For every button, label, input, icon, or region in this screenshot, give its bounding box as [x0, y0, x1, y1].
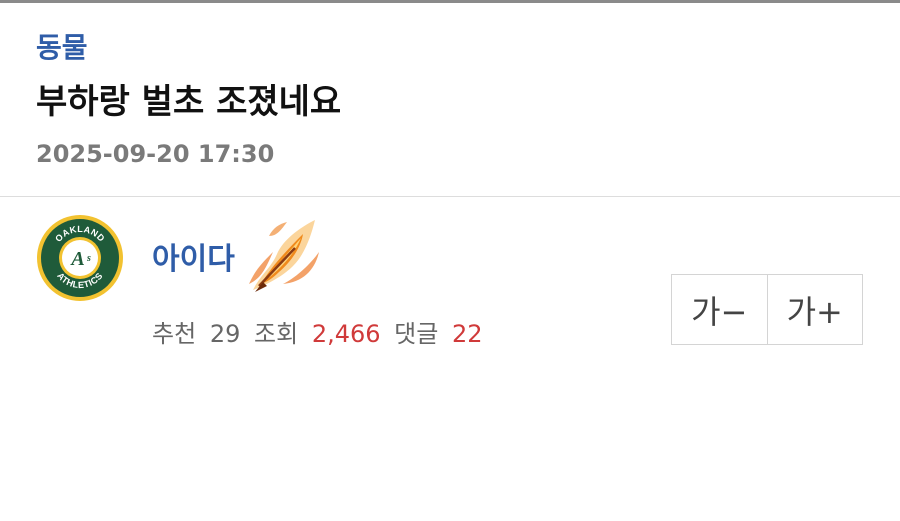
svg-text:A: A [69, 248, 84, 270]
author-nickname[interactable]: 아이다 [152, 240, 235, 280]
post-title: 부하랑 벌초 조졌네요 [36, 82, 342, 122]
font-increase-button[interactable]: 가+ [766, 275, 863, 344]
top-rule [0, 0, 900, 3]
divider [0, 196, 900, 197]
views-count: 2,466 [311, 320, 381, 348]
post-header-page: 동물 부하랑 벌초 조졌네요 2025-09-20 17:30 OAKLAND … [0, 0, 900, 521]
recommend-count: 29 [209, 320, 241, 348]
svg-text:s: s [86, 253, 91, 264]
font-size-controls: 가− 가+ [671, 274, 863, 345]
recommend-label: 추천 [152, 320, 197, 348]
post-category[interactable]: 동물 [36, 30, 88, 66]
views-label: 조회 [254, 320, 299, 348]
flaming-feather-icon [243, 214, 327, 300]
post-datetime: 2025-09-20 17:30 [36, 140, 275, 168]
avatar[interactable]: OAKLAND ATHLETICS A s [36, 214, 124, 302]
comments-label: 댓글 [394, 320, 439, 348]
font-decrease-button[interactable]: 가− [672, 275, 767, 344]
oakland-athletics-logo-icon: OAKLAND ATHLETICS A s [37, 215, 123, 301]
comments-count[interactable]: 22 [452, 320, 483, 348]
post-stats: 추천 29 조회 2,466 댓글 22 [152, 318, 483, 350]
